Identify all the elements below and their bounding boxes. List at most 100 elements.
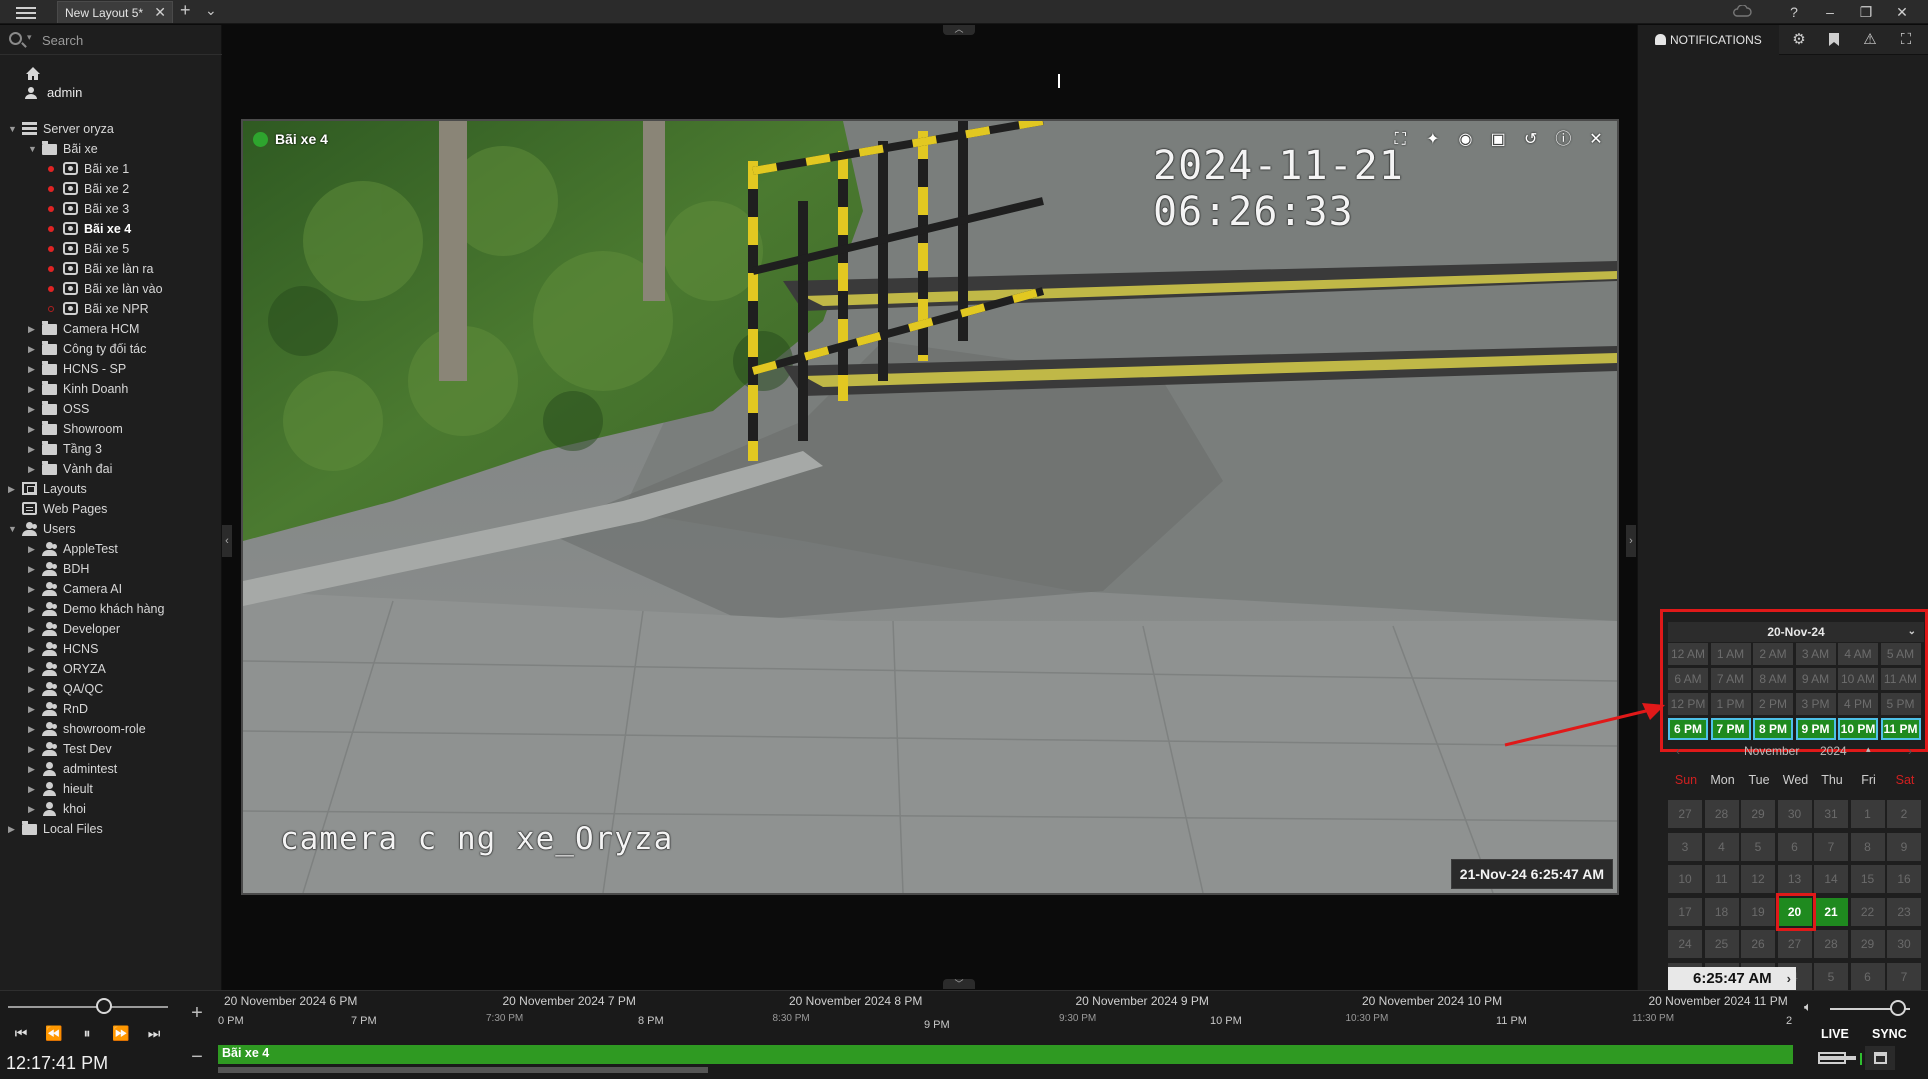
tree-item[interactable]: Bãi xe 2 [0,179,222,199]
tree-item[interactable]: ▼ Users [0,519,222,539]
day-cell[interactable]: 7 [1814,832,1848,861]
tree-item[interactable]: ▼ Server oryza [0,119,222,139]
layout-tab[interactable]: New Layout 5* ✕ [57,1,173,23]
video-tile[interactable]: Bãi xe 4 ⛶ ✦ ◉ ▣ ↺ ⓘ ✕ 2024-11-21 06:26:… [241,119,1619,895]
day-cell[interactable]: 9 [1887,832,1921,861]
expand-arrow-icon[interactable]: ▶ [8,479,18,499]
tree-item[interactable]: ▶ OSS [0,399,222,419]
sync-button[interactable]: SYNC [1872,1027,1907,1041]
expand-arrow-icon[interactable]: ▶ [28,359,38,379]
day-cell[interactable]: 21 [1814,897,1848,926]
day-cell[interactable]: 6 [1777,832,1812,861]
tree-item[interactable]: ▶ Layouts [0,479,222,499]
tree-item[interactable]: Bãi xe làn vào [0,279,222,299]
help-icon[interactable]: ? [1776,0,1812,24]
expand-arrow-icon[interactable]: ▶ [28,719,38,739]
timeline-cursor[interactable] [1058,74,1060,88]
expand-arrow-icon[interactable]: ▶ [28,759,38,779]
tree-item[interactable]: ▶ HCNS [0,639,222,659]
collapse-arrow-icon[interactable]: ▼ [8,519,18,539]
day-cell[interactable]: 18 [1704,897,1739,926]
expand-arrow-icon[interactable]: ▶ [28,619,38,639]
fast-forward-icon[interactable]: ⏩ [109,1025,133,1042]
speed-slider-handle[interactable] [96,998,112,1014]
tab-list-chevron-icon[interactable]: ⌄ [205,2,217,19]
day-cell[interactable]: 16 [1887,865,1921,893]
zoom-in-icon[interactable]: + [187,1002,207,1025]
tree-item[interactable]: ▶ Kinh Doanh [0,379,222,399]
day-cell[interactable]: 17 [1668,897,1702,926]
timeline-scrollbar[interactable] [218,1067,708,1073]
minimize-button[interactable]: – [1812,0,1848,24]
tree-item[interactable]: ▶ showroom-role [0,719,222,739]
tree-item[interactable]: ▶ Camera AI [0,579,222,599]
expand-arrow-icon[interactable]: ▶ [28,459,38,479]
day-cell[interactable]: 29 [1741,800,1775,828]
day-cell[interactable]: 12 [1741,865,1775,893]
time-next-icon[interactable]: › [1787,967,1791,991]
tree-item[interactable]: ▶ Demo khách hàng [0,599,222,619]
tree-item[interactable]: ▶ Tầng 3 [0,439,222,459]
expand-arrow-icon[interactable]: ▶ [28,439,38,459]
volume-slider-handle[interactable] [1890,1000,1906,1016]
day-cell[interactable]: 5 [1741,832,1775,861]
motion-search-icon[interactable]: ⚙ [1781,25,1817,55]
live-button[interactable]: LIVE [1821,1027,1849,1041]
tree-item[interactable]: ▶ HCNS - SP [0,359,222,379]
day-cell[interactable]: 4 [1704,832,1739,861]
day-cell[interactable]: 15 [1850,865,1885,893]
rewind-icon[interactable]: ⏪ [42,1025,66,1042]
expand-arrow-icon[interactable]: ▶ [28,739,38,759]
hamburger-menu-icon[interactable] [16,4,36,20]
day-cell[interactable]: 19 [1741,897,1775,926]
zoom-out-icon[interactable]: − [187,1046,207,1069]
expand-arrow-icon[interactable]: ▶ [28,559,38,579]
expand-arrow-icon[interactable]: ▶ [8,819,18,839]
tree-item[interactable]: Bãi xe 1 [0,159,222,179]
day-cell[interactable]: 14 [1814,865,1848,893]
thumbnail-strip-icon[interactable] [1818,1052,1856,1064]
pause-icon[interactable]: ⏸ [75,1025,99,1042]
bookmark-icon[interactable] [1816,25,1852,55]
day-cell[interactable]: 26 [1741,930,1775,958]
day-cell[interactable]: 27 [1777,930,1812,958]
day-cell[interactable]: 11 [1704,865,1739,893]
collapse-right-handle[interactable]: › [1626,525,1636,557]
tree-item[interactable]: ▶ ORYZA [0,659,222,679]
tree-item[interactable]: ▶ Showroom [0,419,222,439]
add-tab-icon[interactable]: + [180,0,191,21]
close-window-button[interactable]: ✕ [1884,0,1920,24]
expand-arrow-icon[interactable]: ▶ [28,579,38,599]
tree-item[interactable]: ▶ Test Dev [0,739,222,759]
analytics-icon[interactable]: ⛶ [1888,25,1924,55]
tree-item[interactable]: ▶ Vành đai [0,459,222,479]
time-field[interactable]: 6:25:47 AM › [1668,967,1796,991]
expand-arrow-icon[interactable]: ▶ [28,779,38,799]
tree-item[interactable]: ▶ QA/QC [0,679,222,699]
tree-item[interactable]: Bãi xe 5 [0,239,222,259]
day-cell[interactable]: 24 [1668,930,1702,958]
expand-arrow-icon[interactable]: ▶ [28,539,38,559]
tree-item[interactable]: ▶ hieult [0,779,222,799]
collapse-left-handle[interactable]: ‹ [222,525,232,557]
day-cell[interactable]: 3 [1668,832,1702,861]
restore-button[interactable]: ❐ [1848,0,1884,24]
tree-item[interactable]: Bãi xe NPR [0,299,222,319]
expand-arrow-icon[interactable]: ▶ [28,379,38,399]
home-icon[interactable] [25,66,41,82]
expand-arrow-icon[interactable]: ▶ [28,799,38,819]
tree-item[interactable]: ▶ Local Files [0,819,222,839]
day-cell[interactable]: 25 [1704,930,1739,958]
day-cell[interactable]: 22 [1850,897,1885,926]
day-cell[interactable]: 30 [1887,930,1921,958]
cloud-icon[interactable] [1724,0,1760,24]
skip-start-icon[interactable]: ⏮ [9,1025,33,1042]
expand-arrow-icon[interactable]: ▶ [28,699,38,719]
day-cell[interactable]: 10 [1668,865,1702,893]
day-cell[interactable]: 29 [1850,930,1885,958]
expand-arrow-icon[interactable]: ▶ [28,639,38,659]
tab-close-icon[interactable]: ✕ [154,4,166,21]
tree-item[interactable]: Bãi xe 4 [0,219,222,239]
tree-item[interactable]: ▶ Công ty đối tác [0,339,222,359]
tree-item[interactable]: ▶ Camera HCM [0,319,222,339]
